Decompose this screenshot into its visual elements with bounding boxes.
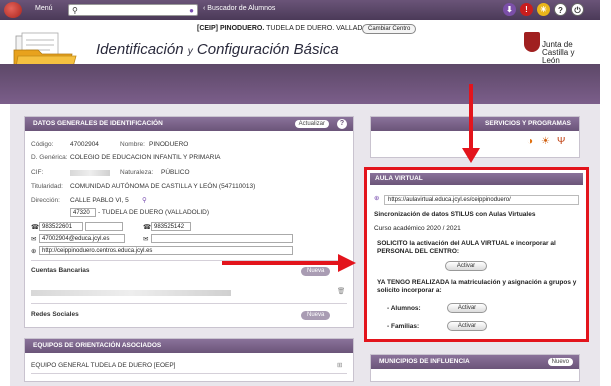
email2-field[interactable] xyxy=(151,234,293,243)
cuentas-bancarias-title: Cuentas Bancarias xyxy=(31,267,90,274)
centro-info: [CEIP] PINODUERO. TUDELA DE DUERO. VALLA… xyxy=(197,25,379,32)
titularidad-label: Titularidad: xyxy=(31,183,63,190)
email-icon: ✉ xyxy=(31,236,37,243)
telefono1-extra-field[interactable] xyxy=(85,222,123,231)
program-icon-2[interactable]: ☀ xyxy=(541,136,550,147)
program-icon-1[interactable]: ◑ xyxy=(527,136,533,147)
phone-icon: ☎ xyxy=(31,224,40,231)
nuevo-municipio-button[interactable]: Nuevo xyxy=(547,358,573,366)
search-icon: ⚲ xyxy=(72,6,78,15)
help-icon[interactable]: ? xyxy=(337,119,347,129)
aula-virtual-panel: AULA VIRTUAL ⊕ https://aulavirtual.educa… xyxy=(364,167,589,342)
codigo-value: 47002904 xyxy=(70,141,99,148)
web-icon: ⊕ xyxy=(31,248,37,255)
ya-tengo-text: YA TENGO REALIZADA la matriculación y as… xyxy=(377,279,577,294)
nombre-value: PINODUERO xyxy=(149,141,189,148)
alert-icon[interactable]: ! xyxy=(520,3,533,16)
curso-academico: Curso académico 2020 / 2021 xyxy=(374,225,461,232)
actualizar-button[interactable]: Actualizar xyxy=(294,120,329,128)
aula-url-field[interactable]: https://aulavirtual.educa.jcyl.es/ceippi… xyxy=(384,195,579,205)
solicito-text: SOLICITO la activación del AULA VIRTUAL … xyxy=(377,240,556,255)
trash-icon[interactable]: 🗑 xyxy=(337,287,345,295)
equipos-panel: EQUIPOS DE ORIENTACIÓN ASOCIADOS EQUIPO … xyxy=(24,338,354,382)
app-logo-icon[interactable] xyxy=(4,2,22,18)
localidad-value: - TUDELA DE DUERO (VALLADOLID) xyxy=(98,209,210,216)
municipios-panel: MUNICIPIOS DE INFLUENCIA Nuevo xyxy=(370,354,580,382)
buscador-alumnos-label: ‹ Buscador de Alumnos xyxy=(203,5,276,12)
program-icon-3[interactable]: Ψ xyxy=(557,136,565,147)
familias-label: - Familias: xyxy=(387,323,420,330)
alumnos-label: - Alumnos: xyxy=(387,305,421,312)
direccion-label: Dirección: xyxy=(31,197,60,204)
open-icon[interactable]: ⊞ xyxy=(337,361,342,369)
web-field[interactable]: http://ceippinoduero.centros.educa.jcyl.… xyxy=(39,246,293,255)
header-band xyxy=(0,64,600,104)
email2-icon: ✉ xyxy=(143,236,149,243)
panel-header: SERVICIOS Y PROGRAMAS xyxy=(371,117,579,131)
dgenerica-value: COLEGIO DE EDUCACION INFANTIL Y PRIMARIA xyxy=(70,154,221,161)
sync-title: Sincronización de datos STILUS con Aulas… xyxy=(374,211,536,218)
servicios-panel: SERVICIOS Y PROGRAMAS ◑ ☀ Ψ xyxy=(370,116,580,158)
codigo-row: Código: xyxy=(31,141,54,148)
page-title: Identificación y Configuración Básica xyxy=(96,41,339,58)
power-icon[interactable]: ⏻ xyxy=(571,3,584,16)
nueva-red-button[interactable]: Nueva xyxy=(301,311,331,320)
panel-header: MUNICIPIOS DE INFLUENCIA Nuevo xyxy=(371,355,579,369)
aula-virtual-header: AULA VIRTUAL xyxy=(370,173,583,185)
activar-alumnos-button[interactable]: Activar xyxy=(447,303,487,313)
search-input[interactable]: ⚲ ● xyxy=(68,4,198,16)
panel-header: DATOS GENERALES DE IDENTIFICACIÓN Actual… xyxy=(25,117,353,131)
cp-field[interactable]: 47320 xyxy=(70,208,96,217)
datos-generales-panel: DATOS GENERALES DE IDENTIFICACIÓN Actual… xyxy=(24,116,354,328)
telefono1-field[interactable]: 983522601 xyxy=(39,222,83,231)
titularidad-value: COMUNIDAD AUTÓNOMA DE CASTILLA Y LEÓN (5… xyxy=(70,183,256,190)
link-icon: ⊕ xyxy=(374,195,380,202)
phone2-icon: ☎ xyxy=(143,224,152,231)
toolbar-icons: ⬇ ! ☀ ? ⏻ xyxy=(503,3,584,16)
equipo-item: EQUIPO GENERAL TUDELA DE DUERO [EOEP] xyxy=(31,362,176,369)
cif-value-redacted xyxy=(70,170,110,176)
telefono2-field[interactable]: 983525142 xyxy=(151,222,191,231)
redes-sociales-title: Redes Sociales xyxy=(31,311,79,318)
naturaleza-label: Naturaleza: xyxy=(120,169,154,176)
menu-button[interactable]: Menú xyxy=(35,5,53,12)
divider xyxy=(31,303,347,304)
activar-familias-button[interactable]: Activar xyxy=(447,321,487,331)
coat-of-arms-icon xyxy=(524,32,540,52)
user-icon: ● xyxy=(189,6,194,15)
location-pin-icon[interactable]: ⚲ xyxy=(142,196,147,204)
cif-label: CIF: xyxy=(31,169,44,176)
bulb-icon[interactable]: ☀ xyxy=(537,3,550,16)
divider xyxy=(31,260,347,261)
help-icon[interactable]: ? xyxy=(554,3,567,16)
cuenta-redacted xyxy=(31,290,231,296)
divider xyxy=(31,373,347,374)
top-bar: Menú ⚲ ● ‹ Buscador de Alumnos ⬇ ! ☀ ? ⏻ xyxy=(0,0,600,20)
nueva-cuenta-button[interactable]: Nueva xyxy=(301,267,331,276)
activar-personal-button[interactable]: Activar xyxy=(445,261,487,271)
cambiar-centro-button[interactable]: Cambiar Centro xyxy=(362,24,417,34)
panel-header: EQUIPOS DE ORIENTACIÓN ASOCIADOS xyxy=(25,339,353,353)
download-icon[interactable]: ⬇ xyxy=(503,3,516,16)
nombre-label: Nombre: xyxy=(120,141,145,148)
email-field[interactable]: 47002904@educa.jcyl.es xyxy=(39,234,125,243)
dgenerica-label: D. Genérica: xyxy=(31,154,68,161)
direccion-value: CALLE PABLO VI, 5 xyxy=(70,197,129,204)
naturaleza-value: PÚBLICO xyxy=(161,169,190,176)
